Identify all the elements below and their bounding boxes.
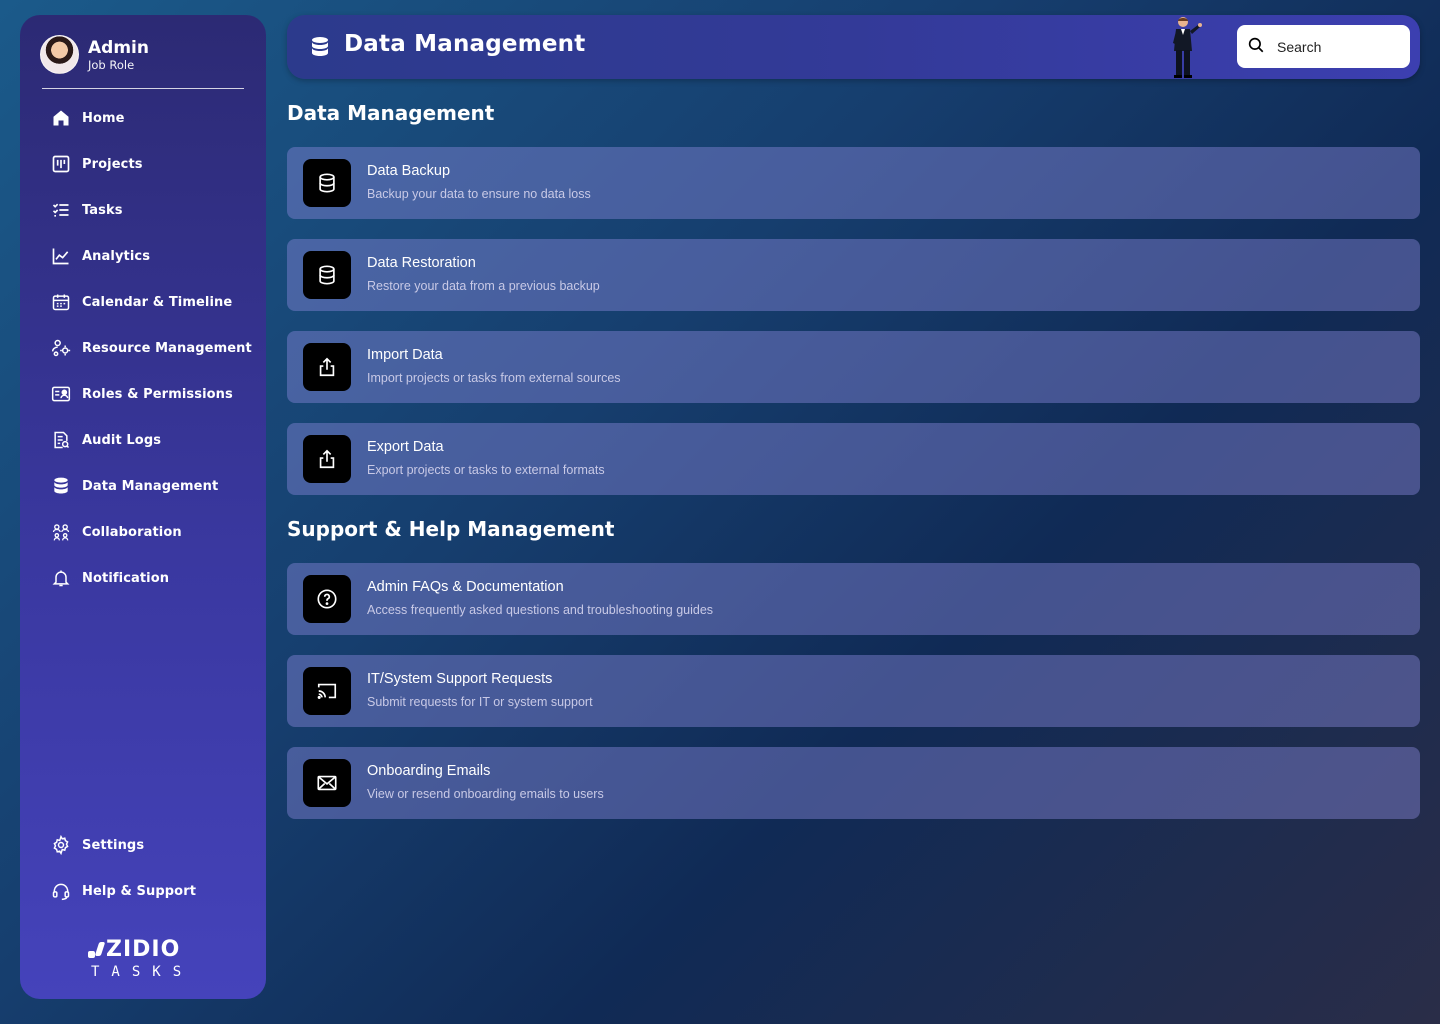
card-import-data[interactable]: Import Data Import projects or tasks fro… (287, 331, 1420, 403)
card-data-backup[interactable]: Data Backup Backup your data to ensure n… (287, 147, 1420, 219)
card-title: Data Restoration (367, 255, 476, 271)
sidebar: Admin Job Role Home Projects Tasks Analy… (20, 15, 266, 999)
sidebar-item-tasks[interactable]: Tasks (50, 187, 252, 233)
search-icon (1247, 36, 1265, 58)
search-input[interactable]: Search (1237, 25, 1410, 68)
home-icon (50, 107, 72, 129)
cast-icon (303, 667, 351, 715)
sidebar-item-label: Tasks (82, 202, 123, 218)
upload-icon (303, 343, 351, 391)
card-description: Backup your data to ensure no data loss (367, 187, 591, 201)
card-title: Onboarding Emails (367, 763, 491, 779)
sidebar-item-label: Roles & Permissions (82, 386, 233, 402)
projects-icon (50, 153, 72, 175)
sidebar-item-notification[interactable]: Notification (50, 555, 252, 601)
collaboration-icon (50, 521, 72, 543)
card-description: View or resend onboarding emails to user… (367, 787, 604, 801)
sidebar-item-label: Data Management (82, 478, 219, 494)
sidebar-item-calendar[interactable]: Calendar & Timeline (50, 279, 252, 325)
sidebar-item-analytics[interactable]: Analytics (50, 233, 252, 279)
card-export-data[interactable]: Export Data Export projects or tasks to … (287, 423, 1420, 495)
sidebar-item-label: Calendar & Timeline (82, 294, 233, 310)
card-title: IT/System Support Requests (367, 671, 553, 687)
sidebar-item-label: Analytics (82, 248, 151, 264)
analytics-icon (50, 245, 72, 267)
sidebar-nav: Home Projects Tasks Analytics Calendar &… (50, 95, 252, 601)
calendar-icon (50, 291, 72, 313)
brand-name: ZIDIO (106, 937, 181, 962)
upload-icon (303, 435, 351, 483)
section-title-support-help: Support & Help Management (287, 517, 615, 541)
card-description: Access frequently asked questions and tr… (367, 603, 714, 617)
card-title: Export Data (367, 439, 444, 455)
sidebar-item-collaboration[interactable]: Collaboration (50, 509, 252, 555)
section-title-data-management: Data Management (287, 101, 495, 125)
tasks-icon (50, 199, 72, 221)
sidebar-item-data-management[interactable]: Data Management (50, 463, 252, 509)
card-title: Import Data (367, 347, 443, 363)
search-placeholder: Search (1277, 38, 1322, 55)
database-icon (308, 35, 332, 59)
card-admin-faqs[interactable]: Admin FAQs & Documentation Access freque… (287, 563, 1420, 635)
sidebar-item-projects[interactable]: Projects (50, 141, 252, 187)
resource-icon (50, 337, 72, 359)
brand-subtitle: TASKS (91, 964, 194, 980)
sidebar-item-label: Settings (82, 837, 145, 853)
card-it-support-requests[interactable]: IT/System Support Requests Submit reques… (287, 655, 1420, 727)
sidebar-item-label: Resource Management (82, 340, 252, 356)
bell-icon (50, 567, 72, 589)
sidebar-item-resource-management[interactable]: Resource Management (50, 325, 252, 371)
card-data-restoration[interactable]: Data Restoration Restore your data from … (287, 239, 1420, 311)
headset-icon (50, 880, 72, 902)
sidebar-bottom-nav: Settings Help & Support (50, 822, 196, 914)
sidebar-item-label: Collaboration (82, 524, 182, 540)
database-icon (303, 159, 351, 207)
card-title: Data Backup (367, 163, 451, 179)
sidebar-divider (42, 88, 244, 89)
database-icon (303, 251, 351, 299)
sidebar-item-help-support[interactable]: Help & Support (50, 868, 196, 914)
roles-icon (50, 383, 72, 405)
card-title: Admin FAQs & Documentation (367, 579, 564, 595)
profile-name: Admin (88, 37, 149, 58)
sidebar-item-label: Notification (82, 570, 170, 586)
card-description: Restore your data from a previous backup (367, 279, 600, 293)
sidebar-item-label: Home (82, 110, 125, 126)
card-description: Export projects or tasks to external for… (367, 463, 605, 477)
sidebar-item-label: Projects (82, 156, 143, 172)
sidebar-item-label: Audit Logs (82, 432, 162, 448)
top-header: Data Management Search (287, 15, 1420, 79)
brand-mark-icon (88, 942, 104, 958)
card-description: Import projects or tasks from external s… (367, 371, 621, 385)
profile[interactable]: Admin Job Role (40, 35, 149, 74)
audit-icon (50, 429, 72, 451)
avatar (40, 35, 79, 74)
question-icon (303, 575, 351, 623)
profile-role: Job Role (88, 57, 135, 72)
gear-icon (50, 834, 72, 856)
sidebar-item-audit-logs[interactable]: Audit Logs (50, 417, 252, 463)
mail-icon (303, 759, 351, 807)
sidebar-item-label: Help & Support (82, 883, 197, 899)
brand-logo: ZIDIO TASKS (88, 937, 228, 980)
database-icon (50, 475, 72, 497)
card-onboarding-emails[interactable]: Onboarding Emails View or resend onboard… (287, 747, 1420, 819)
page-title: Data Management (344, 31, 586, 57)
sidebar-item-roles-permissions[interactable]: Roles & Permissions (50, 371, 252, 417)
sidebar-item-home[interactable]: Home (50, 95, 252, 141)
sidebar-item-settings[interactable]: Settings (50, 822, 196, 868)
mascot-illustration (1167, 15, 1209, 79)
card-description: Submit requests for IT or system support (367, 695, 593, 709)
